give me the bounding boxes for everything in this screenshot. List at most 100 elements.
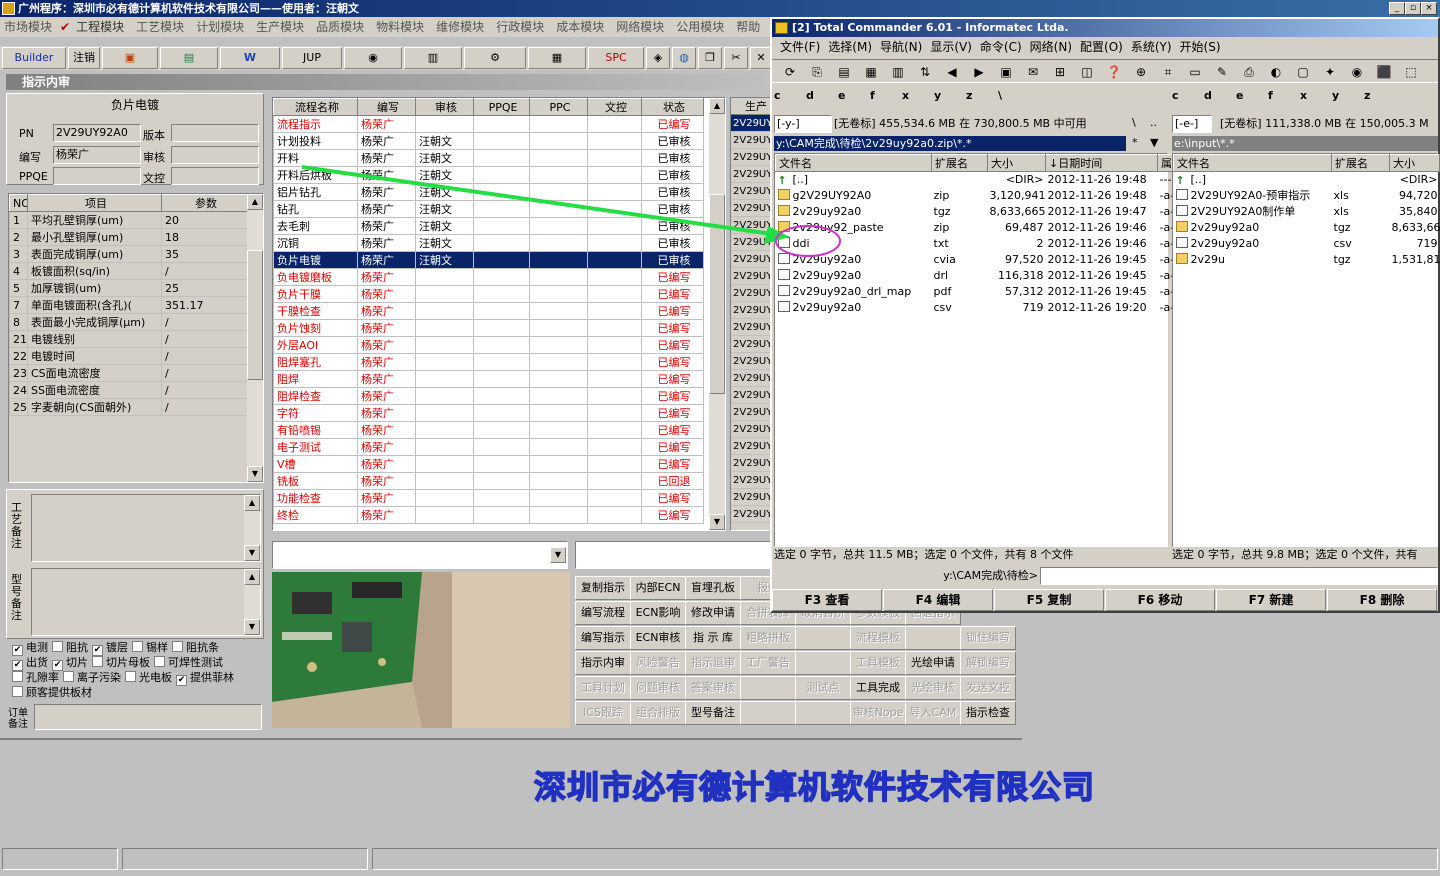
archive-icon[interactable]: ▣ bbox=[996, 62, 1016, 82]
logout-button[interactable]: 注销 bbox=[68, 47, 100, 69]
production-cell[interactable]: 2V29UY bbox=[731, 200, 773, 217]
back-icon[interactable]: ◀ bbox=[942, 62, 962, 82]
module-menu-10[interactable]: 网络模块 bbox=[612, 17, 672, 37]
ppqe-field[interactable] bbox=[53, 167, 141, 185]
file-row[interactable]: 2v29uy92a0 csv 719 bbox=[1174, 236, 1440, 252]
checkbox[interactable] bbox=[12, 671, 23, 682]
checkbox-option[interactable]: 阻抗条 bbox=[172, 640, 219, 655]
globe-icon[interactable]: ◍ bbox=[672, 47, 696, 69]
drive-button[interactable]: c bbox=[1172, 87, 1204, 105]
checkbox-option[interactable]: ✔ 提供菲林 bbox=[176, 670, 234, 686]
right-drive-select[interactable]: [-e-] bbox=[1172, 115, 1212, 133]
production-cell[interactable]: 2V29UY bbox=[731, 489, 773, 506]
action-button[interactable]: 指示检查 bbox=[960, 701, 1016, 725]
flow-row[interactable]: 开料 杨荣广 汪朝文 已审核 bbox=[273, 149, 704, 167]
full-icon[interactable]: ▦ bbox=[861, 62, 881, 82]
flow-col-header[interactable]: 文控 bbox=[587, 98, 642, 116]
file-row[interactable]: ddi txt 2 2012-11-26 19:46 -a- bbox=[776, 236, 1174, 252]
help-icon[interactable]: ❓ bbox=[1104, 62, 1124, 82]
scroll-up-icon[interactable]: ▲ bbox=[247, 194, 263, 210]
param-value[interactable]: / bbox=[161, 313, 248, 331]
action-button[interactable]: 盲埋孔板 bbox=[685, 576, 741, 600]
param-row[interactable]: 21 电镀线别 / bbox=[9, 330, 248, 348]
param-value[interactable]: 351.17 bbox=[161, 296, 248, 314]
flow-row[interactable]: 阻焊检查 杨荣广 已编写 bbox=[273, 387, 704, 405]
fkey-button[interactable]: F5 复制 bbox=[994, 589, 1104, 611]
flow-row[interactable]: 阻焊 杨荣广 已编写 bbox=[273, 370, 704, 388]
printer-icon[interactable]: ▦ bbox=[528, 47, 586, 69]
production-cell[interactable]: 2V29UY bbox=[731, 132, 773, 149]
checkbox-option[interactable]: ✔ 出货 bbox=[12, 655, 48, 671]
command-input[interactable] bbox=[1040, 567, 1438, 585]
scissors-icon[interactable]: ✂ bbox=[724, 47, 748, 69]
flow-row[interactable]: 开料后烘板 杨荣广 汪朝文 已审核 bbox=[273, 166, 704, 184]
scroll-up-icon[interactable]: ▲ bbox=[244, 495, 260, 511]
scroll-down-icon[interactable]: ▼ bbox=[247, 466, 263, 482]
production-cell[interactable]: 2V29UY bbox=[731, 370, 773, 387]
production-cell[interactable]: 2V29UY bbox=[731, 217, 773, 234]
flow-row[interactable]: 阻焊塞孔 杨荣广 已编写 bbox=[273, 353, 704, 371]
file-row[interactable]: 2v29u tgz 1,531,819 bbox=[1174, 252, 1440, 268]
file-row[interactable]: 2v29uy92_paste zip 69,487 2012-11-26 19:46-… bbox=[776, 220, 1174, 236]
file-row[interactable]: 2V29UY92A0制作单 xls 35,840 bbox=[1174, 204, 1440, 220]
param-value[interactable]: / bbox=[161, 262, 248, 280]
drive-button[interactable]: c bbox=[774, 87, 806, 105]
word-icon[interactable]: W bbox=[220, 47, 280, 69]
module-menu-3[interactable]: 计划模块 bbox=[192, 17, 252, 37]
param-value[interactable]: / bbox=[161, 364, 248, 382]
flow-row[interactable]: 负片电镀 杨荣广 汪朝文 已审核 bbox=[273, 251, 704, 269]
right-path[interactable]: e:\input\*.* bbox=[1172, 136, 1438, 151]
dropdown-icon[interactable]: ▼ bbox=[550, 547, 566, 563]
flow-col-header[interactable]: 编写 bbox=[357, 98, 416, 116]
action-button[interactable]: 光绘申请 bbox=[905, 651, 961, 675]
flow-row[interactable]: 终检 杨荣广 已编写 bbox=[273, 506, 704, 524]
search-input-left[interactable]: ▼ bbox=[272, 541, 568, 569]
copy-icon[interactable]: ❐ bbox=[698, 47, 722, 69]
process-note-field[interactable]: ▲ ▼ bbox=[31, 494, 261, 562]
param-row[interactable]: 8 表面最小完成铜厚(μm) / bbox=[9, 313, 248, 331]
checkbox[interactable] bbox=[63, 671, 74, 682]
checkbox-option[interactable]: ✔ 镀层 bbox=[92, 640, 128, 656]
flow-row[interactable]: 负电镀磨板 杨荣广 已编写 bbox=[273, 268, 704, 286]
production-cell[interactable]: 2V29UY bbox=[731, 302, 773, 319]
file-row[interactable]: 2V29UY92A0-预审指示 xls 94,720 bbox=[1174, 188, 1440, 204]
checkbox-option[interactable]: 顾客提供板材 bbox=[12, 685, 92, 700]
production-cell[interactable]: 2V29UY bbox=[731, 353, 773, 370]
scroll-up-icon[interactable]: ▲ bbox=[709, 98, 725, 114]
action-button[interactable]: 复制指示 bbox=[575, 576, 631, 600]
flow-scrollbar[interactable]: ▲ ▼ bbox=[709, 98, 725, 530]
file-col-header[interactable]: ↓日期时间 bbox=[1045, 154, 1158, 172]
module-menu-2[interactable]: 工艺模块 bbox=[132, 17, 192, 37]
production-cell[interactable]: 2V29UY bbox=[731, 455, 773, 472]
file-col-header[interactable]: 扩展名 bbox=[1331, 154, 1390, 172]
flow-col-header[interactable]: 审核 bbox=[415, 98, 474, 116]
param-value[interactable]: 18 bbox=[161, 228, 248, 246]
action-button[interactable]: ECN影响 bbox=[630, 601, 686, 625]
model-note-field[interactable]: ▲ ▼ bbox=[31, 568, 261, 636]
param-row[interactable]: 4 板镀面积(sq/in) / bbox=[9, 262, 248, 280]
author-field[interactable]: 杨荣广 bbox=[53, 146, 141, 164]
checkbox[interactable] bbox=[172, 641, 183, 652]
production-cell[interactable]: 2V29UY bbox=[731, 251, 773, 268]
action-button[interactable]: 编写流程 bbox=[575, 601, 631, 625]
settings-icon[interactable]: ◐ bbox=[1266, 62, 1286, 82]
tc-menu-item[interactable]: 配置(O) bbox=[1080, 38, 1123, 56]
parent-icon[interactable]: .. bbox=[1150, 116, 1157, 129]
param-row[interactable]: 5 加厚镀铜(um) 25 bbox=[9, 279, 248, 297]
file-col-header[interactable]: 文件名 bbox=[775, 154, 932, 172]
file-row[interactable]: 2v29uy92a0 csv 719 2012-11-26 19:20 -a- bbox=[776, 300, 1174, 316]
production-cell[interactable]: 2V29UY bbox=[731, 234, 773, 251]
module-menu-12[interactable]: 帮助 bbox=[732, 17, 768, 37]
checkbox[interactable]: ✔ bbox=[176, 675, 187, 686]
pack-icon[interactable]: ✉ bbox=[1023, 62, 1043, 82]
action-button[interactable]: 型号备注 bbox=[685, 701, 741, 725]
file-row[interactable]: g2V29UY92A0 zip 3,120,941 2012-11-26 19:48-… bbox=[776, 188, 1174, 204]
checkbox[interactable] bbox=[12, 686, 23, 697]
tc-menu-item[interactable]: 系统(Y) bbox=[1131, 38, 1172, 56]
version-field[interactable] bbox=[171, 124, 259, 142]
refresh-icon[interactable]: ⟳ bbox=[780, 62, 800, 82]
action-button[interactable]: 内部ECN bbox=[630, 576, 686, 600]
scroll-down-icon[interactable]: ▼ bbox=[244, 619, 260, 635]
param-row[interactable]: 2 最小孔壁铜厚(um) 18 bbox=[9, 228, 248, 246]
param-value[interactable]: / bbox=[161, 381, 248, 399]
